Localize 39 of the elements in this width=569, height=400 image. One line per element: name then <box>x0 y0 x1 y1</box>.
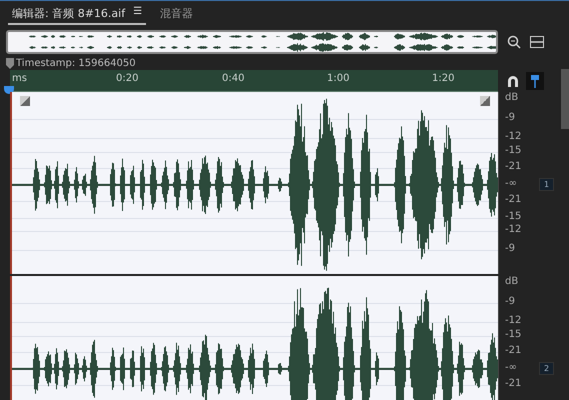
db-label: -21 <box>505 345 522 356</box>
db-label: -9 <box>505 112 515 124</box>
marker-pin-icon[interactable] <box>526 72 544 90</box>
zoom-icon[interactable] <box>506 34 522 50</box>
db-label: -9 <box>505 243 515 254</box>
db-label: -15 <box>505 210 522 222</box>
time-label: 1:00 <box>327 73 350 84</box>
db-label: -15 <box>505 145 522 156</box>
tracks-icon[interactable] <box>530 36 544 48</box>
db-label: -21 <box>505 378 522 390</box>
timestamp-label: Timestamp: 159664050 <box>16 58 136 68</box>
tab[interactable]: 混音器 <box>156 4 198 25</box>
db-label: -21 <box>505 194 522 206</box>
marker-icon <box>6 58 14 68</box>
db-label: -12 <box>505 315 522 326</box>
time-label: 0:40 <box>222 73 244 84</box>
time-label: 0:20 <box>116 73 138 84</box>
db-label: -9 <box>505 296 515 308</box>
channel-badge[interactable]: 2 <box>539 362 554 375</box>
waveform-panel[interactable] <box>10 92 498 274</box>
scrollbar[interactable] <box>561 69 569 129</box>
time-ruler[interactable]: ms 0:20 0:40 1:00 1:20 <box>10 70 498 92</box>
db-label: -12 <box>505 131 522 142</box>
fade-in-handle[interactable] <box>20 96 30 106</box>
db-label: dB <box>505 92 518 104</box>
db-label: -15 <box>505 329 522 340</box>
db-label: -∞ <box>505 362 517 373</box>
time-label: ms <box>12 73 27 84</box>
db-label: -21 <box>505 161 522 172</box>
channel-badge[interactable]: 1 <box>539 178 554 191</box>
db-label: -∞ <box>505 178 517 189</box>
fade-out-handle[interactable] <box>480 96 490 106</box>
tab[interactable]: 编辑器: 音频 8#16.aif ☰ <box>8 4 146 25</box>
time-label: 1:20 <box>432 73 454 84</box>
db-label: -12 <box>505 224 522 236</box>
overview-waveform[interactable] <box>6 30 498 54</box>
playhead-handle[interactable] <box>4 86 14 94</box>
db-label: dB <box>505 276 518 288</box>
magnet-icon[interactable] <box>506 74 520 88</box>
